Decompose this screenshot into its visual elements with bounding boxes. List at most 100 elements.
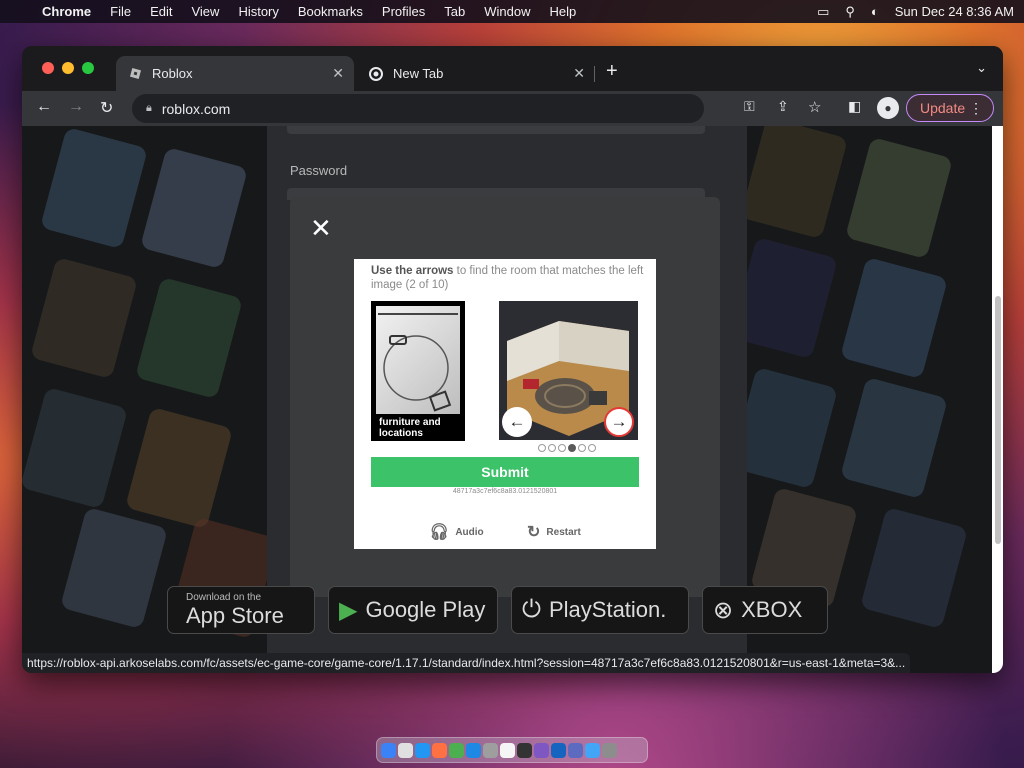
menu-tab[interactable]: Tab — [444, 4, 465, 19]
xbox-icon: ⊗ — [713, 596, 734, 624]
update-label: Update — [920, 100, 966, 116]
captcha-frame: Use the arrows to find the room that mat… — [354, 259, 656, 549]
option-dot — [578, 444, 586, 452]
audio-label: Audio — [455, 526, 484, 538]
chrome-favicon-icon — [369, 66, 383, 81]
tab-title: Roblox — [152, 66, 193, 81]
menu-help[interactable]: Help — [550, 4, 577, 19]
launchpad-icon[interactable] — [398, 742, 413, 758]
update-button[interactable]: Update ⋮ — [906, 94, 994, 122]
menu-window[interactable]: Window — [484, 4, 530, 19]
address-bar[interactable]: 🔒︎ roblox.com — [132, 94, 704, 123]
terminal-icon[interactable] — [517, 742, 532, 758]
folder-icon[interactable] — [585, 742, 600, 758]
bookmark-star-icon[interactable]: ☆ — [808, 98, 821, 116]
app-store-icon[interactable] — [466, 742, 481, 758]
previous-arrow-button[interactable]: ← — [502, 407, 532, 437]
option-dot — [588, 444, 596, 452]
lock-icon[interactable]: 🔒︎ — [146, 102, 152, 115]
tab-separator — [594, 66, 595, 82]
window-close-button[interactable] — [42, 62, 54, 74]
screen-mirroring-icon[interactable]: ▭ — [817, 4, 829, 20]
session-id: 48717a3c7ef6c8a83.0121520801 — [452, 488, 558, 495]
xbox-badge[interactable]: ⊗ XBOX — [702, 586, 828, 634]
instruction-bold: Use the arrows — [371, 265, 454, 277]
xbox-label: XBOX — [741, 597, 803, 622]
page-content: Password ✕ Use the arrows to find the ro… — [22, 126, 992, 673]
app-store-small: Download on the — [186, 591, 262, 603]
option-dot — [558, 444, 566, 452]
trash-icon[interactable] — [602, 742, 617, 758]
close-icon[interactable]: ✕ — [310, 215, 332, 241]
option-dot-active — [568, 444, 576, 452]
window-minimize-button[interactable] — [62, 62, 74, 74]
key-icon[interactable]: ⚿ — [744, 98, 755, 115]
address-url: roblox.com — [161, 100, 231, 117]
tab-close-icon[interactable]: ✕ — [573, 65, 585, 82]
code-editor-icon[interactable] — [534, 742, 549, 758]
option-dot — [538, 444, 546, 452]
menu-view[interactable]: View — [191, 4, 219, 19]
password-label: Password — [290, 163, 348, 178]
reference-caption: furniture and locations — [379, 417, 441, 439]
chrome-icon[interactable] — [449, 742, 464, 758]
username-field[interactable] — [287, 126, 705, 134]
google-play-icon: ▶ — [339, 596, 358, 624]
submit-button[interactable]: Submit — [371, 457, 639, 487]
menu-clock[interactable]: Sun Dec 24 8:36 AM — [895, 4, 1014, 19]
link-status-bar: https://roblox-api.arkoselabs.com/fc/ass… — [22, 653, 911, 673]
share-icon[interactable]: ⇪ — [777, 98, 789, 115]
reload-icon[interactable]: ↻ — [100, 98, 113, 118]
menu-bookmarks[interactable]: Bookmarks — [298, 4, 363, 19]
textedit-icon[interactable] — [500, 742, 515, 758]
reference-image: furniture and locations — [371, 301, 465, 441]
browser-window: Roblox ✕ New Tab ✕ + ⌄ ← → ↻ 🔒︎ roblox.c… — [22, 46, 1003, 673]
tab-roblox[interactable]: Roblox ✕ — [116, 56, 354, 91]
profile-avatar-icon[interactable]: ● — [877, 97, 899, 119]
reference-room-picture — [376, 306, 460, 414]
google-play-badge[interactable]: ▶ Google Play — [328, 586, 498, 634]
restart-button[interactable]: ↻ Restart — [527, 522, 581, 542]
finder-icon[interactable] — [381, 742, 396, 758]
control-center-icon[interactable]: ◐ — [871, 4, 879, 19]
audio-button[interactable]: 🎧︎ Audio — [429, 522, 484, 542]
tab-new-tab[interactable]: New Tab ✕ — [357, 56, 595, 91]
side-panel-icon[interactable]: ◧ — [848, 98, 861, 115]
tab-search-chevron-icon[interactable]: ⌄ — [976, 60, 987, 76]
safari-icon[interactable] — [415, 742, 430, 758]
tab-strip: Roblox ✕ New Tab ✕ + ⌄ — [22, 46, 1003, 91]
restart-label: Restart — [546, 526, 581, 538]
menu-bar: Chrome File Edit View History Bookmarks … — [0, 0, 1024, 23]
more-vert-icon[interactable]: ⋮ — [969, 100, 983, 117]
menu-file[interactable]: File — [110, 4, 131, 19]
menu-edit[interactable]: Edit — [150, 4, 172, 19]
playstation-icon: ⏻ — [522, 596, 541, 623]
dock — [376, 737, 648, 763]
menu-app-name[interactable]: Chrome — [42, 4, 91, 19]
vscode-icon[interactable] — [551, 742, 566, 758]
tab-close-icon[interactable]: ✕ — [332, 65, 344, 82]
headphones-icon: 🎧︎ — [429, 524, 450, 541]
spotlight-search-icon[interactable]: ⚲ — [845, 4, 855, 20]
window-zoom-button[interactable] — [82, 62, 94, 74]
new-tab-plus-icon[interactable]: + — [606, 60, 618, 83]
app-store-label: App Store — [186, 602, 284, 628]
settings-gear-icon[interactable] — [483, 742, 498, 758]
menu-history[interactable]: History — [238, 4, 278, 19]
app-store-badge[interactable]: Download on the App Store — [167, 586, 315, 634]
captcha-modal: ✕ Use the arrows to find the room that m… — [290, 197, 720, 597]
roblox-favicon-icon — [128, 67, 142, 81]
restart-icon: ↻ — [527, 524, 541, 541]
next-arrow-button[interactable]: → — [604, 407, 634, 437]
firefox-icon[interactable] — [432, 742, 447, 758]
app-icon[interactable] — [568, 742, 583, 758]
tab-title: New Tab — [393, 66, 444, 81]
scrollbar-thumb[interactable] — [995, 296, 1001, 544]
playstation-badge[interactable]: ⏻ PlayStation. — [511, 586, 689, 634]
page-scrollbar[interactable] — [992, 126, 1003, 673]
captcha-instruction: Use the arrows to find the room that mat… — [371, 264, 646, 292]
menu-profiles[interactable]: Profiles — [382, 4, 425, 19]
back-arrow-icon[interactable]: ← — [36, 98, 52, 116]
google-play-label: Google Play — [365, 597, 486, 622]
forward-arrow-icon[interactable]: → — [68, 98, 84, 116]
